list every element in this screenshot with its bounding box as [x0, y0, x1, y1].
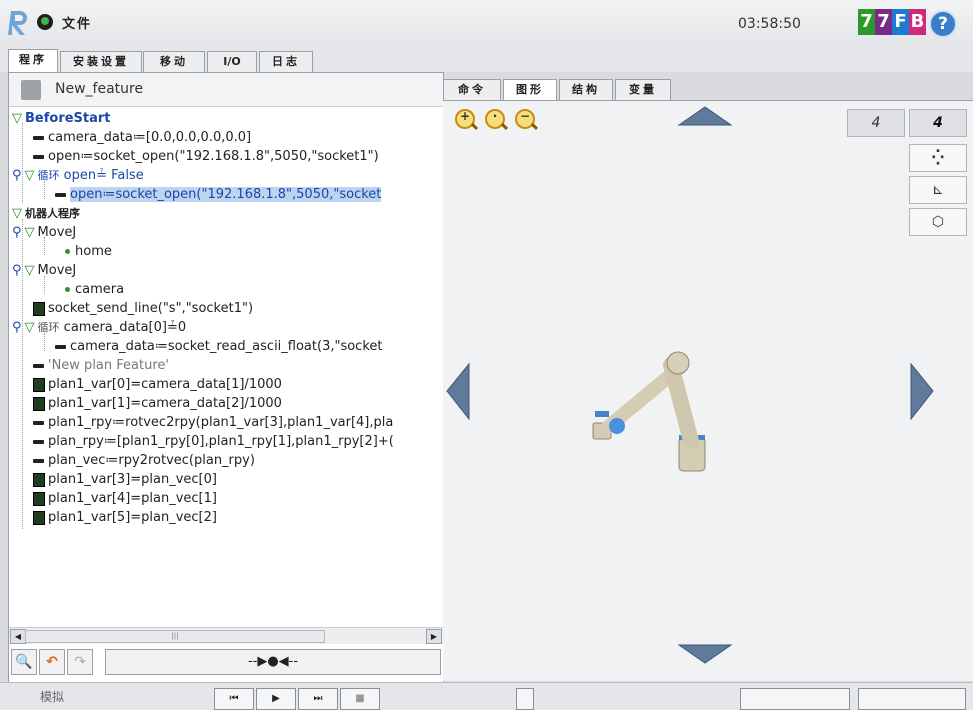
tab-program[interactable]: 程序 — [8, 49, 58, 73]
node-type-icon — [21, 80, 41, 100]
file-menu[interactable]: 文件 — [62, 13, 92, 32]
pan-left-arrow-icon — [446, 362, 470, 421]
script-icon — [33, 396, 45, 411]
tree-node[interactable]: plan1_var[1]=camera_data[2]/1000 — [33, 394, 282, 413]
top-bar: 文件 03:58:50 7 7 F B ? — [0, 0, 973, 47]
tab-command[interactable]: 命令 — [443, 79, 501, 100]
previous-button[interactable] — [740, 688, 850, 710]
tree-node[interactable]: ▽ BeforeStart — [12, 109, 111, 128]
tree-node[interactable]: camera_data≔socket_read_ascii_float(3,"s… — [55, 337, 382, 356]
tab-log[interactable]: 日志 — [259, 51, 313, 72]
next-button[interactable] — [858, 688, 966, 710]
skip-back-button[interactable]: ⏮ — [214, 688, 254, 710]
graphics-view: + · − 4 4 ⁛ ⊾ ⬡ — [443, 100, 973, 681]
tab-graphics[interactable]: 图形 — [503, 79, 557, 100]
horizontal-scrollbar[interactable]: ◀ ||| ▶ — [9, 627, 443, 644]
tree-node[interactable]: plan1_var[5]=plan_vec[2] — [33, 508, 217, 527]
tree-node[interactable]: ⚲ ▽ 循环 open≟ False — [12, 166, 144, 185]
tab-move[interactable]: 移动 — [143, 51, 205, 72]
skip-forward-button[interactable]: ⏭ — [298, 688, 338, 710]
search-icon[interactable]: 🔍 — [11, 649, 37, 675]
assignment-icon — [33, 458, 44, 463]
tree-node[interactable]: ▽ 机器人程序 — [12, 204, 80, 223]
collapse-icon[interactable]: ▽ — [12, 111, 22, 126]
tree-toolbar: 🔍 ↶ ↷ --▶●◀-- — [9, 647, 443, 677]
assignment-icon — [33, 154, 44, 159]
tree-node[interactable]: 'New plan Feature' — [33, 356, 169, 375]
pan-up-arrow-icon — [677, 106, 733, 126]
main-tabs: 程序 安装设置 移动 I/O 日志 — [0, 46, 973, 73]
tab-io[interactable]: I/O — [207, 51, 257, 72]
stop-button[interactable]: ■ — [340, 688, 380, 710]
assignment-icon — [33, 135, 44, 140]
help-icon[interactable]: ? — [929, 10, 957, 38]
tree-node[interactable]: home — [65, 242, 112, 261]
robot-id-badge: 7 7 F B — [858, 9, 926, 35]
tree-node[interactable]: plan1_rpy≔rotvec2rpy(plan1_var[3],plan1_… — [33, 413, 393, 432]
waypoint-icon — [65, 287, 70, 292]
tree-node[interactable]: plan1_var[4]=plan_vec[1] — [33, 489, 217, 508]
sub-tabs: 命令 图形 结构 变量 — [443, 78, 973, 100]
tab-variables[interactable]: 变量 — [615, 79, 671, 100]
robot-3d-view[interactable] — [443, 101, 973, 681]
tree-node[interactable]: ⚲ ▽ 循环 camera_data[0]≟0 — [12, 318, 186, 337]
collapse-icon[interactable]: ▽ — [25, 225, 35, 240]
assignment-icon — [55, 344, 66, 349]
script-icon — [33, 472, 45, 487]
tab-installation[interactable]: 安装设置 — [60, 51, 142, 72]
robot-id-char: 7 — [858, 9, 875, 35]
tree-node[interactable]: camera — [65, 280, 124, 299]
tree-node[interactable]: open≔socket_open("192.168.1.8",5050,"soc… — [33, 147, 379, 166]
robot-id-char: F — [892, 9, 909, 35]
assignment-icon — [55, 192, 66, 197]
program-step-bar[interactable]: --▶●◀-- — [105, 649, 441, 675]
collapse-icon[interactable]: ▽ — [12, 206, 22, 221]
tab-structure[interactable]: 结构 — [559, 79, 613, 100]
script-icon — [33, 510, 45, 525]
pan-right-arrow-icon — [910, 362, 934, 421]
robot-arm-model — [592, 351, 706, 472]
tree-node[interactable]: socket_send_line("s","socket1") — [33, 299, 253, 318]
redo-icon[interactable]: ↷ — [67, 649, 93, 675]
comment-icon — [33, 363, 44, 368]
scroll-thumb[interactable]: ||| — [25, 630, 325, 643]
node-header: New_feature — [9, 73, 443, 107]
node-name: New_feature — [55, 81, 144, 97]
collapse-icon[interactable]: ▽ — [25, 263, 35, 278]
assignment-icon — [33, 420, 44, 425]
script-icon — [33, 377, 45, 392]
tree-node-selected[interactable]: open≔socket_open("192.168.1.8",5050,"soc… — [55, 185, 382, 204]
pan-down-arrow-icon — [677, 644, 733, 664]
simulation-label: 模拟 — [40, 690, 65, 704]
ur-logo-icon — [8, 11, 27, 35]
clock: 03:58:50 — [738, 16, 801, 32]
tree-node[interactable]: plan_vec≔rpy2rotvec(plan_rpy) — [33, 451, 255, 470]
tree-node[interactable]: plan1_var[3]=plan_vec[0] — [33, 470, 217, 489]
robot-id-char: B — [909, 9, 926, 35]
speed-checkbox[interactable] — [516, 688, 534, 710]
undo-icon[interactable]: ↶ — [39, 649, 65, 675]
tree-node[interactable]: plan1_var[0]=camera_data[1]/1000 — [33, 375, 282, 394]
collapse-icon[interactable]: ▽ — [25, 168, 35, 183]
tree-node[interactable]: ⚲ ▽ MoveJ — [12, 223, 76, 242]
scroll-right-button[interactable]: ▶ — [426, 629, 442, 644]
program-tree-panel: New_feature ▽ BeforeStart camera_data≔[0.… — [8, 72, 444, 684]
waypoint-icon — [65, 249, 70, 254]
tree-node[interactable]: camera_data≔[0.0,0.0,0.0,0.0] — [33, 128, 251, 147]
tree-node[interactable]: plan_rpy≔[plan1_rpy[0],plan1_rpy[1],plan… — [33, 432, 394, 451]
scroll-left-button[interactable]: ◀ — [10, 629, 26, 644]
globe-icon[interactable] — [37, 14, 53, 30]
bottom-bar: 模拟 ⏮ ▶ ⏭ ■ — [0, 682, 973, 710]
assignment-icon — [33, 439, 44, 444]
play-button[interactable]: ▶ — [256, 688, 296, 710]
collapse-icon[interactable]: ▽ — [25, 320, 35, 335]
script-icon — [33, 301, 45, 316]
robot-id-char: 7 — [875, 9, 892, 35]
tree-node[interactable]: ⚲ ▽ MoveJ — [12, 261, 76, 280]
program-tree: ▽ BeforeStart camera_data≔[0.0,0.0,0.0,0.… — [9, 109, 443, 624]
script-icon — [33, 491, 45, 506]
